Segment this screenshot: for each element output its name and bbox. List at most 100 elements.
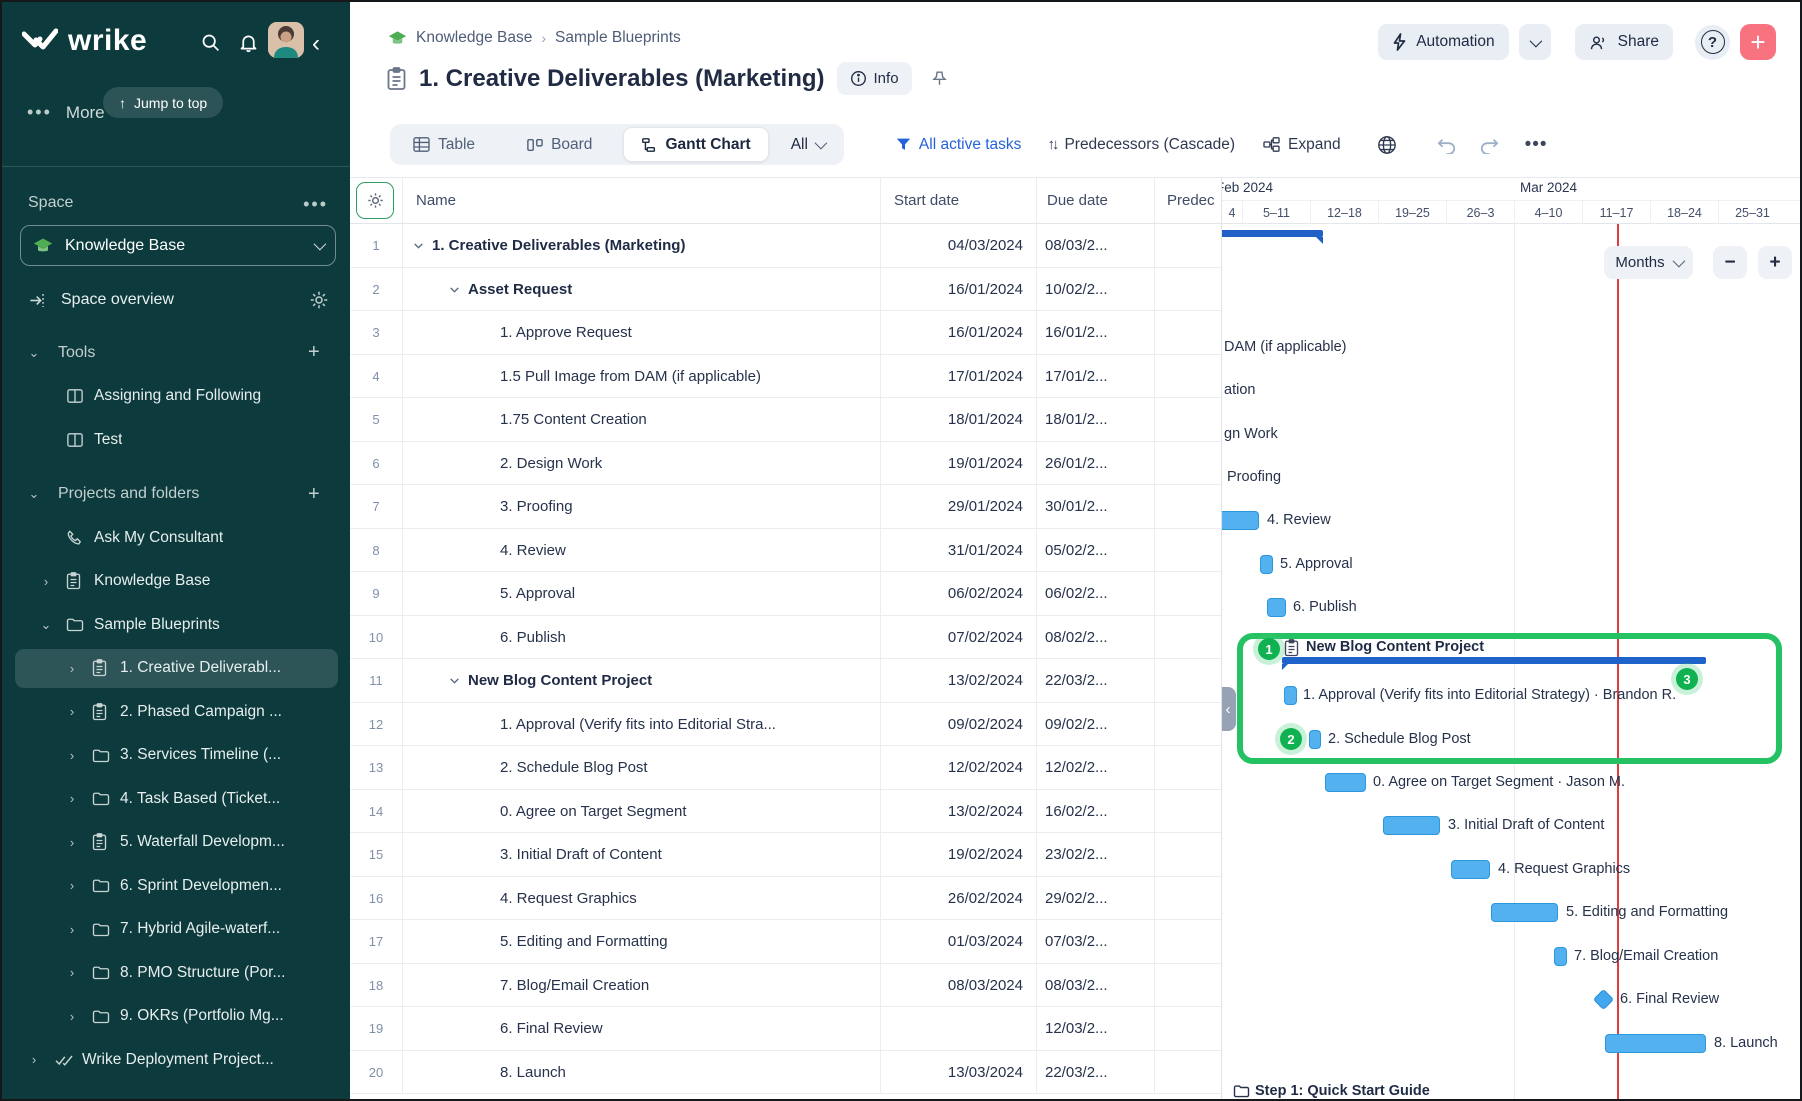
table-row[interactable]: 2Asset Request16/01/202410/02/2... [350,268,1221,312]
start-date-cell[interactable]: 08/03/2024 [880,964,1036,1008]
due-date-cell[interactable]: 07/03/2... [1036,920,1154,964]
expander-chevron-icon[interactable]: › [66,791,78,806]
filter-button[interactable]: All active tasks [896,136,1022,154]
due-date-cell[interactable]: 12/02/2... [1036,746,1154,790]
due-date-cell[interactable]: 08/03/2... [1036,224,1154,268]
sidebar-item[interactable]: ›3. Services Timeline (... [2,734,350,778]
due-date-cell[interactable]: 29/02/2... [1036,877,1154,921]
task-name-cell[interactable]: 7. Blog/Email Creation [402,964,880,1008]
table-row[interactable]: 106. Publish07/02/202408/02/2... [350,616,1221,660]
sort-predecessors-button[interactable]: ↑↓ Predecessors (Cascade) [1047,136,1235,154]
gear-icon[interactable] [310,291,328,309]
task-name-cell[interactable]: 5. Approval [402,572,880,616]
tab-board[interactable]: Board [510,124,609,165]
task-name-cell[interactable]: 1.5 Pull Image from DAM (if applicable) [402,355,880,399]
due-date-cell[interactable]: 08/02/2... [1036,616,1154,660]
user-avatar[interactable] [268,22,304,58]
gantt-task-bar[interactable] [1260,555,1273,574]
jump-to-top-button[interactable]: ↑ Jump to top [103,87,223,118]
start-date-cell[interactable]: 26/02/2024 [880,877,1036,921]
table-row[interactable]: 11New Blog Content Project13/02/202422/0… [350,659,1221,703]
space-options-icon[interactable]: ••• [303,194,328,215]
gantt-task-label[interactable]: 1. Approval (Verify fits into Editorial … [1303,687,1676,703]
language-globe-icon[interactable] [1377,135,1397,155]
start-date-cell[interactable]: 19/01/2024 [880,442,1036,486]
collapse-caret-icon[interactable] [448,283,461,296]
table-row[interactable]: 62. Design Work19/01/202426/01/2... [350,442,1221,486]
notifications-bell-icon[interactable] [238,32,259,53]
start-date-cell[interactable]: 17/01/2024 [880,355,1036,399]
expander-chevron-icon[interactable]: › [66,965,78,980]
gantt-task-bar[interactable] [1222,511,1259,530]
gantt-task-label[interactable]: 6. Publish [1293,599,1357,615]
due-date-cell[interactable]: 17/01/2... [1036,355,1154,399]
expander-chevron-icon[interactable]: ⌄ [28,486,40,502]
sidebar-item[interactable]: Ask My Consultant [2,516,350,560]
start-date-cell[interactable]: 29/01/2024 [880,485,1036,529]
expander-chevron-icon[interactable]: › [66,922,78,937]
due-date-cell[interactable]: 05/02/2... [1036,529,1154,573]
gantt-task-bar[interactable] [1267,598,1286,617]
add-item-icon[interactable]: + [308,483,320,506]
table-row[interactable]: 84. Review31/01/202405/02/2... [350,529,1221,573]
gantt-task-label[interactable]: 5. Editing and Formatting [1566,904,1728,920]
gantt-task-bar[interactable] [1309,730,1321,749]
table-row[interactable]: 41.5 Pull Image from DAM (if applicable)… [350,355,1221,399]
expander-chevron-icon[interactable]: › [66,748,78,763]
start-date-cell[interactable]: 31/01/2024 [880,529,1036,573]
sidebar-item[interactable]: ›Knowledge Base [2,560,350,604]
table-row[interactable]: 153. Initial Draft of Content19/02/20242… [350,833,1221,877]
expander-chevron-icon[interactable]: › [40,574,52,589]
pin-icon[interactable] [930,69,949,88]
table-row[interactable]: 196. Final Review12/03/2... [350,1007,1221,1051]
start-date-cell[interactable] [880,1007,1036,1051]
start-date-cell[interactable]: 13/02/2024 [880,790,1036,834]
undo-icon[interactable] [1437,136,1457,154]
expander-chevron-icon[interactable]: › [66,835,78,850]
expand-button[interactable]: Expand [1263,136,1341,154]
gantt-task-label[interactable]: DAM (if applicable) [1224,339,1347,355]
sidebar-item[interactable]: Assigning and Following [2,375,350,419]
due-date-cell[interactable]: 22/03/2... [1036,659,1154,703]
table-row[interactable]: 51.75 Content Creation18/01/202418/01/2.… [350,398,1221,442]
automation-dropdown[interactable] [1519,24,1551,60]
task-name-cell[interactable]: 6. Final Review [402,1007,880,1051]
sidebar-section-header[interactable]: ⌄Projects and folders+ [2,473,350,517]
add-item-icon[interactable]: + [308,341,320,364]
table-row[interactable]: 140. Agree on Target Segment13/02/202416… [350,790,1221,834]
start-date-cell[interactable]: 18/01/2024 [880,398,1036,442]
sidebar-item[interactable]: ›9. OKRs (Portfolio Mg... [2,995,350,1039]
task-name-cell[interactable]: 3. Proofing [402,485,880,529]
breadcrumb-knowledge-base[interactable]: Knowledge Base [416,29,532,47]
task-name-cell[interactable]: 5. Editing and Formatting [402,920,880,964]
collapse-caret-icon[interactable] [448,674,461,687]
start-date-cell[interactable]: 13/02/2024 [880,659,1036,703]
start-date-cell[interactable]: 16/01/2024 [880,268,1036,312]
sidebar-item[interactable]: ›2. Phased Campaign ... [2,690,350,734]
start-date-cell[interactable]: 04/03/2024 [880,224,1036,268]
view-all-dropdown[interactable]: All [777,136,838,154]
table-row[interactable]: 208. Launch13/03/202422/03/2... [350,1051,1221,1095]
gantt-project-label[interactable]: New Blog Content Project [1306,639,1484,655]
sidebar-item[interactable]: ⌄Sample Blueprints [2,603,350,647]
expander-chevron-icon[interactable]: ⌄ [28,345,40,361]
gantt-task-label[interactable]: 4. Review [1267,512,1331,528]
task-name-cell[interactable]: 1. Creative Deliverables (Marketing) [402,224,880,268]
due-date-cell[interactable]: 16/02/2... [1036,790,1154,834]
table-row[interactable]: 121. Approval (Verify fits into Editoria… [350,703,1221,747]
gantt-task-bar[interactable] [1325,773,1366,792]
task-name-cell[interactable]: 4. Review [402,529,880,573]
gantt-task-label[interactable]: ation [1224,382,1255,398]
task-name-cell[interactable]: 4. Request Graphics [402,877,880,921]
task-name-cell[interactable]: 3. Initial Draft of Content [402,833,880,877]
start-date-cell[interactable]: 19/02/2024 [880,833,1036,877]
table-row[interactable]: 11. Creative Deliverables (Marketing)04/… [350,224,1221,268]
task-name-cell[interactable]: 2. Schedule Blog Post [402,746,880,790]
table-row[interactable]: 187. Blog/Email Creation08/03/202408/03/… [350,964,1221,1008]
gantt-task-label[interactable]: 4. Request Graphics [1498,861,1630,877]
gantt-zoom-dropdown[interactable]: Months [1604,246,1693,279]
gantt-task-label[interactable]: 2. Schedule Blog Post [1328,731,1471,747]
gantt-task-label[interactable]: Proofing [1227,469,1281,485]
more-menu[interactable]: ••• More [27,102,105,123]
table-row[interactable]: 132. Schedule Blog Post12/02/202412/02/2… [350,746,1221,790]
